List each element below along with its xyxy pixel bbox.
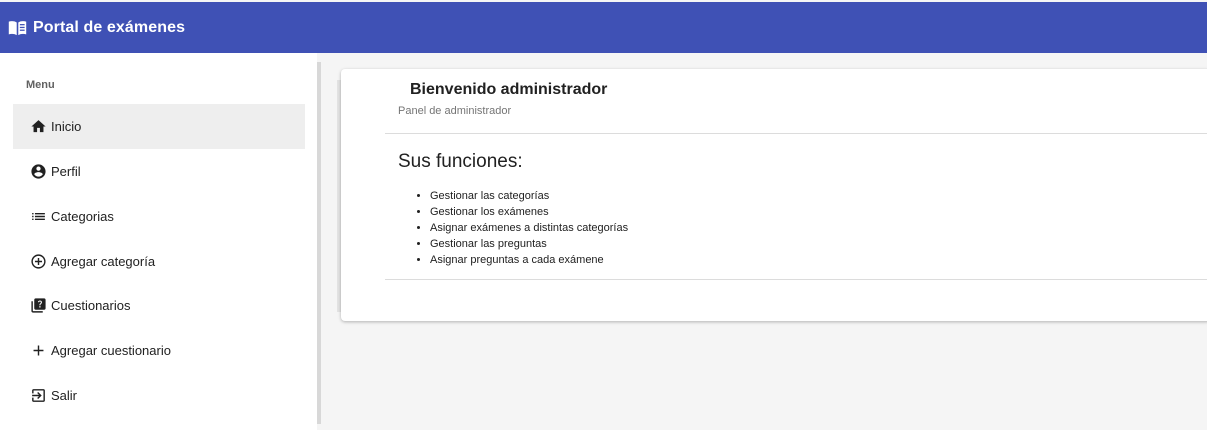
add-circle-icon (30, 253, 47, 270)
sidebar-item-label: Categorias (51, 209, 114, 224)
welcome-card: Bienvenido administrador Panel de admini… (341, 69, 1207, 321)
list-item: Gestionar los exámenes (430, 204, 628, 220)
top-toolbar: Portal de exámenes (0, 2, 1207, 53)
card-title: Bienvenido administrador (410, 81, 608, 98)
account-circle-icon (30, 163, 47, 180)
list-item: Gestionar las categorías (430, 188, 628, 204)
sidebar-item-agregar-categoria[interactable]: Agregar categoría (13, 239, 305, 284)
sidebar-item-label: Cuestionarios (51, 298, 131, 313)
plus-icon (30, 342, 47, 359)
list-item: Asignar exámenes a distintas categorías (430, 220, 628, 236)
quiz-icon (30, 297, 47, 314)
sidebar-item-label: Inicio (51, 119, 82, 134)
sidebar: Menu Inicio Perfil Categorias Agregar ca… (0, 53, 317, 430)
list-item: Gestionar las preguntas (430, 236, 628, 252)
sidebar-item-salir[interactable]: Salir (13, 373, 305, 418)
sidebar-item-label: Agregar cuestionario (51, 343, 171, 358)
sidebar-item-cuestionarios[interactable]: Cuestionarios (13, 283, 305, 328)
card-divider-bottom (385, 279, 1207, 280)
sidebar-item-categorias[interactable]: Categorias (13, 194, 305, 239)
sidebar-item-perfil[interactable]: Perfil (13, 149, 305, 194)
list-item: Asignar preguntas a cada exámene (430, 252, 628, 268)
sidebar-item-inicio[interactable]: Inicio (13, 104, 305, 149)
app-title[interactable]: Portal de exámenes (33, 19, 185, 37)
sidebar-item-agregar-cuestionario[interactable]: Agregar cuestionario (13, 328, 305, 373)
sidebar-item-label: Perfil (51, 164, 81, 179)
home-icon (30, 118, 47, 135)
sidebar-item-label: Salir (51, 388, 78, 403)
sidebar-divider (317, 62, 321, 424)
card-subtitle: Panel de administrador (398, 105, 512, 117)
functions-list: Gestionar las categorías Gestionar los e… (398, 188, 628, 268)
card-divider-top (385, 133, 1207, 134)
sidebar-menu-title: Menu (26, 79, 55, 91)
functions-title: Sus funciones: (398, 151, 523, 172)
list-icon (30, 208, 47, 225)
logout-icon (30, 387, 47, 404)
book-open-icon (8, 20, 27, 36)
sidebar-item-label: Agregar categoría (51, 254, 156, 269)
